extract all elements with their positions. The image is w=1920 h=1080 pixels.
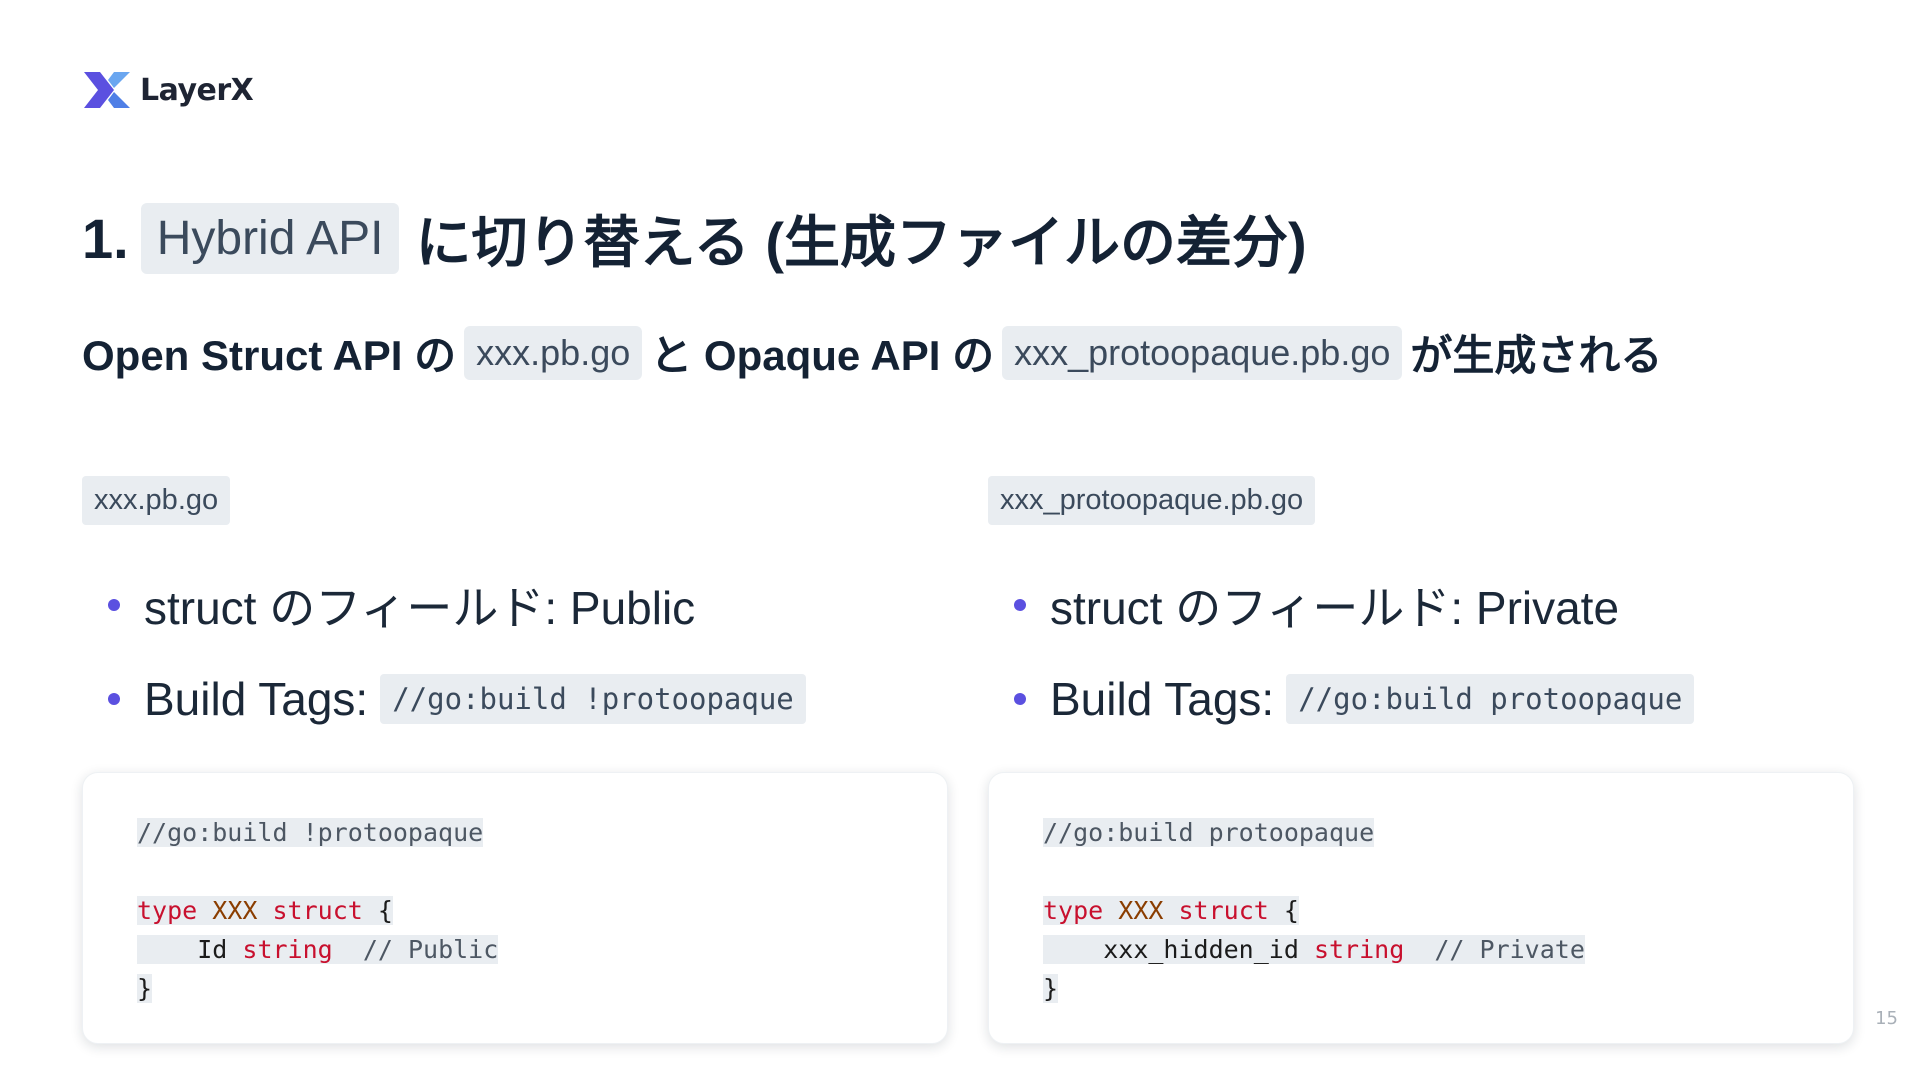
slide-subtitle: Open Struct API の xxx.pb.go と Opaque API… <box>82 322 1662 383</box>
code-type-name: XXX <box>212 896 258 925</box>
bullet-dot-icon <box>108 599 120 611</box>
page-number: 15 <box>1875 1008 1898 1029</box>
right-build-tags-label: Build Tags: <box>1050 673 1275 725</box>
right-code-card: //go:build protoopaque type XXX struct { … <box>988 772 1854 1044</box>
code-field-type: string <box>1313 935 1405 964</box>
left-column: xxx.pb.go struct のフィールド: Public Build Ta… <box>82 476 948 1044</box>
code-keyword-type: type <box>1043 896 1104 925</box>
code-keyword-type: type <box>137 896 198 925</box>
code-type-name: XXX <box>1118 896 1164 925</box>
code-field-name: xxx_hidden_id <box>1103 935 1299 964</box>
bullet-dot-icon <box>108 693 120 705</box>
title-chip: Hybrid API <box>140 203 400 274</box>
right-build-tags-code: //go:build protoopaque <box>1286 674 1695 724</box>
right-bullet-build-tags: Build Tags: //go:build protoopaque <box>988 672 1695 726</box>
right-code-block: //go:build protoopaque type XXX struct { … <box>1043 813 1585 1008</box>
left-bullet-fields-text: struct のフィールド: Public <box>144 582 696 634</box>
subtitle-chip-open: xxx.pb.go <box>464 325 643 380</box>
left-build-tags-code: //go:build !protoopaque <box>380 674 806 724</box>
title-prefix: 1. <box>82 207 129 270</box>
subtitle-part2: と Opaque API の <box>650 332 995 379</box>
right-column: xxx_protoopaque.pb.go struct のフィールド: Pri… <box>988 476 1854 1044</box>
left-bullet-fields: struct のフィールド: Public <box>82 572 695 638</box>
code-close-brace: } <box>137 974 153 1003</box>
code-keyword-struct: struct <box>1178 896 1269 925</box>
code-field-name: Id <box>197 935 228 964</box>
right-file-label: xxx_protoopaque.pb.go <box>988 476 1316 525</box>
title-suffix: に切り替える (生成ファイルの差分) <box>415 211 1307 274</box>
code-field-type: string <box>242 935 333 964</box>
code-open-brace: { <box>377 896 393 925</box>
code-open-brace: { <box>1283 896 1299 925</box>
subtitle-part3: が生成される <box>1410 332 1663 379</box>
subtitle-chip-opaque: xxx_protoopaque.pb.go <box>1002 325 1403 380</box>
logo-text: LayerX <box>140 72 254 108</box>
left-file-label: xxx.pb.go <box>82 476 231 525</box>
logo: LayerX <box>84 70 254 110</box>
bullet-dot-icon <box>1014 599 1026 611</box>
right-bullet-fields-text: struct のフィールド: Private <box>1050 582 1620 634</box>
layerx-logo-icon <box>84 72 130 108</box>
code-keyword-struct: struct <box>272 896 363 925</box>
subtitle-part1: Open Struct API の <box>82 332 457 379</box>
code-directive: //go:build !protoopaque <box>137 818 484 847</box>
right-bullet-fields: struct のフィールド: Private <box>988 572 1619 638</box>
code-directive: //go:build protoopaque <box>1043 818 1375 847</box>
left-code-block: //go:build !protoopaque type XXX struct {… <box>137 813 499 1008</box>
code-comment: // Private <box>1434 935 1585 964</box>
left-build-tags-label: Build Tags: <box>144 673 369 725</box>
bullet-dot-icon <box>1014 693 1026 705</box>
left-bullet-build-tags: Build Tags: //go:build !protoopaque <box>82 672 806 726</box>
left-code-card: //go:build !protoopaque type XXX struct {… <box>82 772 948 1044</box>
slide-title: 1. Hybrid API に切り替える (生成ファイルの差分) <box>82 198 1307 279</box>
code-close-brace: } <box>1043 974 1059 1003</box>
code-comment: // Public <box>362 935 499 964</box>
